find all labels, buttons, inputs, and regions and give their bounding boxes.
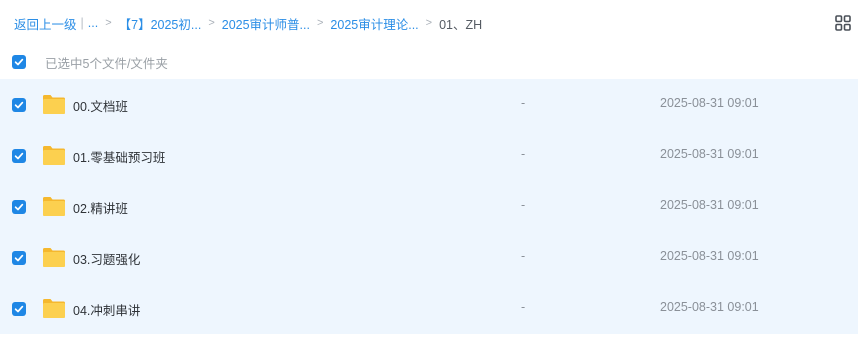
select-all-checkbox[interactable] xyxy=(12,55,26,69)
check-icon xyxy=(14,101,24,109)
check-icon xyxy=(14,254,24,262)
file-name[interactable]: 00.文档班 xyxy=(73,96,128,115)
file-size: - xyxy=(521,300,526,314)
file-name[interactable]: 01.零基础预习班 xyxy=(73,147,165,166)
selection-bar: 已选中5个文件/文件夹 xyxy=(12,53,168,71)
file-size: - xyxy=(521,198,526,212)
file-name[interactable]: 04.冲刺串讲 xyxy=(73,300,140,319)
breadcrumb-current: 01、ZH xyxy=(439,17,483,32)
folder-icon xyxy=(42,93,66,115)
breadcrumb-item[interactable]: 2025审计师普... xyxy=(222,14,310,33)
file-size: - xyxy=(521,147,526,161)
check-icon xyxy=(14,58,24,66)
chevron-right-icon: > xyxy=(208,17,215,29)
file-list: 00.文档班 - 2025-08-31 09:01 01.零基础预习班 - 20… xyxy=(0,79,858,334)
file-name[interactable]: 02.精讲班 xyxy=(73,198,128,217)
grid-view-icon[interactable] xyxy=(835,15,851,31)
back-link[interactable]: 返回上一级 xyxy=(14,14,77,33)
file-size: - xyxy=(521,96,526,110)
check-icon xyxy=(14,152,24,160)
file-row[interactable]: 02.精讲班 - 2025-08-31 09:01 xyxy=(0,181,858,232)
folder-icon xyxy=(42,144,66,166)
folder-icon xyxy=(42,246,66,268)
selection-count: 已选中5个文件/文件夹 xyxy=(45,56,168,71)
file-date: 2025-08-31 09:01 xyxy=(660,249,759,263)
row-checkbox[interactable] xyxy=(12,149,26,163)
breadcrumb-item[interactable]: 2025审计理论... xyxy=(330,14,418,33)
breadcrumb-ellipsis[interactable]: ... xyxy=(88,16,98,30)
row-checkbox[interactable] xyxy=(12,200,26,214)
chevron-right-icon: > xyxy=(425,17,433,29)
file-date: 2025-08-31 09:01 xyxy=(660,198,759,212)
breadcrumb-item[interactable]: 【7】2025初... xyxy=(119,14,202,33)
check-icon xyxy=(14,203,24,211)
file-row[interactable]: 01.零基础预习班 - 2025-08-31 09:01 xyxy=(0,130,858,181)
file-size: - xyxy=(521,249,526,263)
check-icon xyxy=(14,305,24,313)
row-checkbox[interactable] xyxy=(12,302,26,316)
breadcrumb: 返回上一级 | ... > 【7】2025初... > 2025审计师普... … xyxy=(14,13,482,33)
folder-icon xyxy=(42,297,66,319)
file-date: 2025-08-31 09:01 xyxy=(660,300,759,314)
file-date: 2025-08-31 09:01 xyxy=(660,147,759,161)
file-row[interactable]: 03.习题强化 - 2025-08-31 09:01 xyxy=(0,232,858,283)
breadcrumb-divider: | xyxy=(80,16,84,30)
chevron-right-icon: > xyxy=(105,17,112,29)
file-row[interactable]: 00.文档班 - 2025-08-31 09:01 xyxy=(0,79,858,130)
chevron-right-icon: > xyxy=(316,17,324,29)
row-checkbox[interactable] xyxy=(12,251,26,265)
file-date: 2025-08-31 09:01 xyxy=(660,96,759,110)
file-row[interactable]: 04.冲刺串讲 - 2025-08-31 09:01 xyxy=(0,283,858,334)
folder-icon xyxy=(42,195,66,217)
row-checkbox[interactable] xyxy=(12,98,26,112)
file-name[interactable]: 03.习题强化 xyxy=(73,249,140,268)
